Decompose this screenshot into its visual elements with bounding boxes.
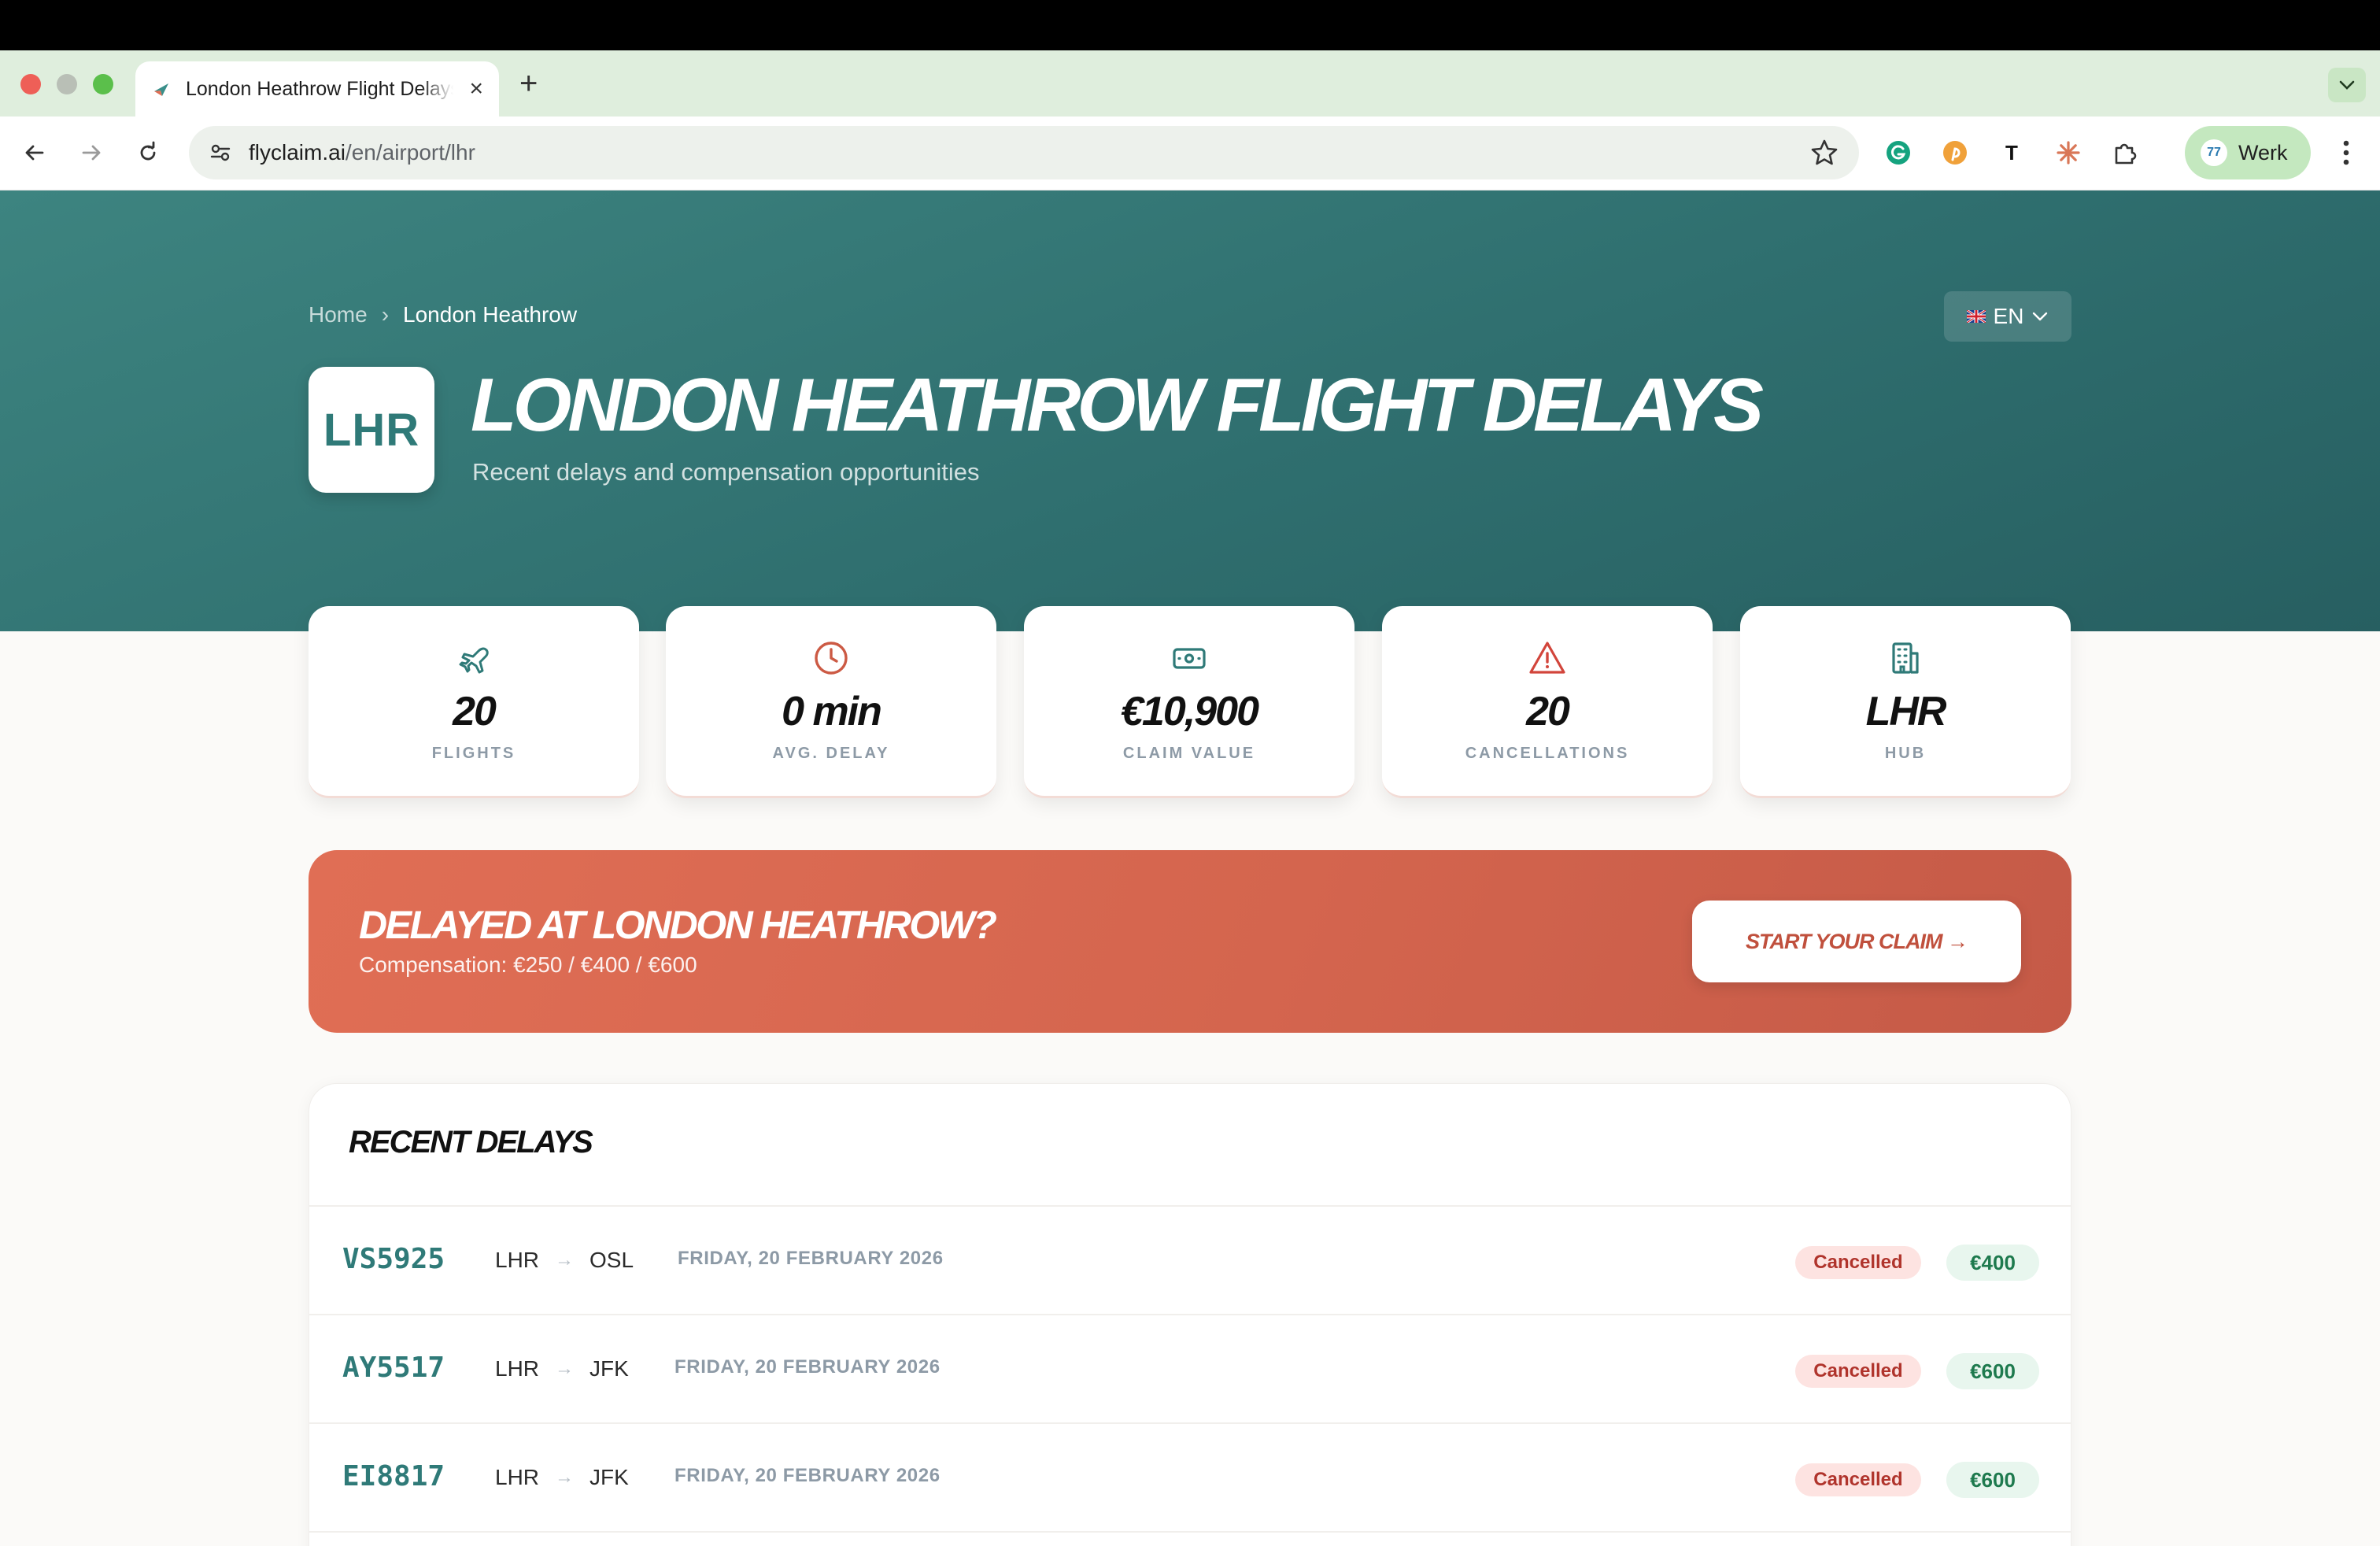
language-code: EN (1993, 304, 2024, 328)
grammarly-extension-icon[interactable] (1881, 135, 1916, 170)
route-origin: LHR (495, 1356, 540, 1381)
new-tab-button[interactable]: + (519, 68, 538, 99)
stat-card-claim-value: €10,900 CLAIM VALUE (1024, 606, 1354, 798)
status-badge: Cancelled (1795, 1355, 1921, 1388)
banknote-icon (1024, 639, 1354, 677)
flight-date: FRIDAY, 20 FEBRUARY 2026 (674, 1356, 941, 1378)
breadcrumb-current: London Heathrow (403, 302, 578, 327)
status-badge: Cancelled (1795, 1246, 1921, 1279)
arrow-right-icon: → (555, 1466, 575, 1488)
route-destination: JFK (589, 1465, 629, 1489)
arrow-right-icon: → (555, 1249, 575, 1270)
route: LHR → JFK (495, 1356, 629, 1381)
tab-active[interactable]: London Heathrow Flight Delays × (135, 61, 499, 117)
breadcrumb-separator: › (381, 302, 390, 327)
plane-icon (309, 639, 639, 677)
browser-menu-button[interactable] (2334, 135, 2358, 170)
url-text: flyclaim.ai/en/airport/lhr (249, 140, 475, 165)
status-badge: Cancelled (1795, 1463, 1921, 1496)
route-origin: LHR (495, 1465, 540, 1489)
building-icon (1740, 639, 2071, 677)
extensions-puzzle-icon[interactable] (2108, 135, 2142, 170)
site-settings-icon[interactable] (205, 137, 236, 168)
flight-number: VS5925 (342, 1243, 445, 1275)
bookmark-star-icon[interactable] (1809, 137, 1840, 172)
route: LHR → OSL (495, 1248, 634, 1273)
stat-value: €10,900 (1121, 689, 1259, 734)
stat-label: FLIGHTS (431, 745, 516, 762)
profile-avatar: 77 (2201, 139, 2227, 166)
stat-label: CANCELLATIONS (1465, 745, 1630, 762)
more-vertical-icon (2343, 140, 2349, 165)
favicon-icon (151, 79, 172, 99)
start-claim-label: START YOUR CLAIM → (1745, 929, 1968, 953)
compensation-badge: €400 (1946, 1245, 2039, 1281)
recent-delays-panel: RECENT DELAYS VS5925 LHR → OSL FRIDAY, 2… (309, 1083, 2071, 1546)
uk-flag-icon (1966, 310, 1986, 323)
delay-row[interactable]: EI8817 LHR → JFK FRIDAY, 20 FEBRUARY 202… (309, 1424, 2071, 1533)
delay-row[interactable]: AY5517 LHR → JFK FRIDAY, 20 FEBRUARY 202… (309, 1315, 2071, 1424)
stat-label: AVG. DELAY (772, 745, 890, 762)
back-button[interactable] (16, 134, 54, 172)
page-subtitle: Recent delays and compensation opportuni… (472, 458, 980, 486)
claim-cta-banner: DELAYED AT LONDON HEATHROW? Compensation… (309, 850, 2071, 1033)
zoom-window-button[interactable] (93, 74, 113, 94)
minimize-window-button[interactable] (57, 74, 77, 94)
route-origin: LHR (495, 1248, 540, 1272)
stat-label: CLAIM VALUE (1122, 745, 1256, 762)
reload-button[interactable] (129, 134, 167, 172)
stat-label: HUB (1884, 745, 1927, 762)
route: LHR → JFK (495, 1465, 629, 1490)
flight-date: FRIDAY, 20 FEBRUARY 2026 (678, 1248, 944, 1269)
delay-row[interactable]: VS5925 LHR → OSL FRIDAY, 20 FEBRUARY 202… (309, 1207, 2071, 1315)
flight-date: FRIDAY, 20 FEBRUARY 2026 (674, 1465, 941, 1486)
cta-title: DELAYED AT LONDON HEATHROW? (359, 903, 997, 947)
breadcrumb: Home › London Heathrow (309, 302, 577, 327)
stat-card-avg-delay: 0 min AVG. DELAY (666, 606, 996, 798)
stat-card-hub: LHR HUB (1740, 606, 2071, 798)
arrow-right-icon: → (555, 1358, 575, 1379)
arrow-left-icon (25, 145, 44, 161)
start-claim-button[interactable]: START YOUR CLAIM → (1692, 901, 2021, 982)
stat-value: LHR (1865, 689, 1947, 734)
address-bar[interactable]: flyclaim.ai/en/airport/lhr (189, 126, 1859, 179)
clock-icon (666, 639, 996, 677)
route-destination: JFK (589, 1356, 629, 1381)
flight-number: AY5517 (342, 1352, 445, 1384)
language-selector[interactable]: EN (1944, 291, 2071, 342)
chevron-down-icon (2033, 312, 2048, 321)
chevron-down-icon (2339, 80, 2355, 90)
breadcrumb-home-link[interactable]: Home (309, 302, 368, 327)
profile-name: Werk (2238, 140, 2288, 165)
page-title: LONDON HEATHROW FLIGHT DELAYS (471, 363, 1764, 447)
claude-extension-icon[interactable] (2051, 135, 2086, 170)
cta-subtitle: Compensation: €250 / €400 / €600 (359, 952, 697, 977)
stat-value: 20 (453, 689, 497, 734)
flight-number: EI8817 (342, 1460, 445, 1492)
arrow-right-icon (82, 145, 101, 161)
section-title: RECENT DELAYS (349, 1125, 593, 1160)
pinterest-extension-icon[interactable] (1938, 135, 1972, 170)
close-window-button[interactable] (20, 74, 41, 94)
stat-card-flights: 20 FLIGHTS (309, 606, 639, 798)
stat-value: 0 min (782, 689, 882, 734)
stat-card-cancellations: 20 CANCELLATIONS (1382, 606, 1713, 798)
airport-code-badge: LHR (309, 367, 434, 493)
compensation-badge: €600 (1946, 1462, 2039, 1498)
forward-button[interactable] (72, 134, 110, 172)
menu-bar-area (0, 0, 2380, 50)
reload-icon (140, 141, 156, 161)
route-destination: OSL (589, 1248, 634, 1272)
warning-icon (1382, 639, 1713, 677)
airport-code: LHR (323, 404, 420, 456)
tab-search-button[interactable] (2328, 68, 2366, 102)
stat-value: 20 (1526, 689, 1570, 734)
profile-button[interactable]: 77 Werk (2185, 126, 2311, 179)
text-extension-icon[interactable]: T (1994, 135, 2029, 170)
tab-close-icon[interactable]: × (469, 77, 483, 101)
tab-title: London Heathrow Flight Delays (186, 77, 453, 100)
compensation-badge: €600 (1946, 1353, 2039, 1389)
